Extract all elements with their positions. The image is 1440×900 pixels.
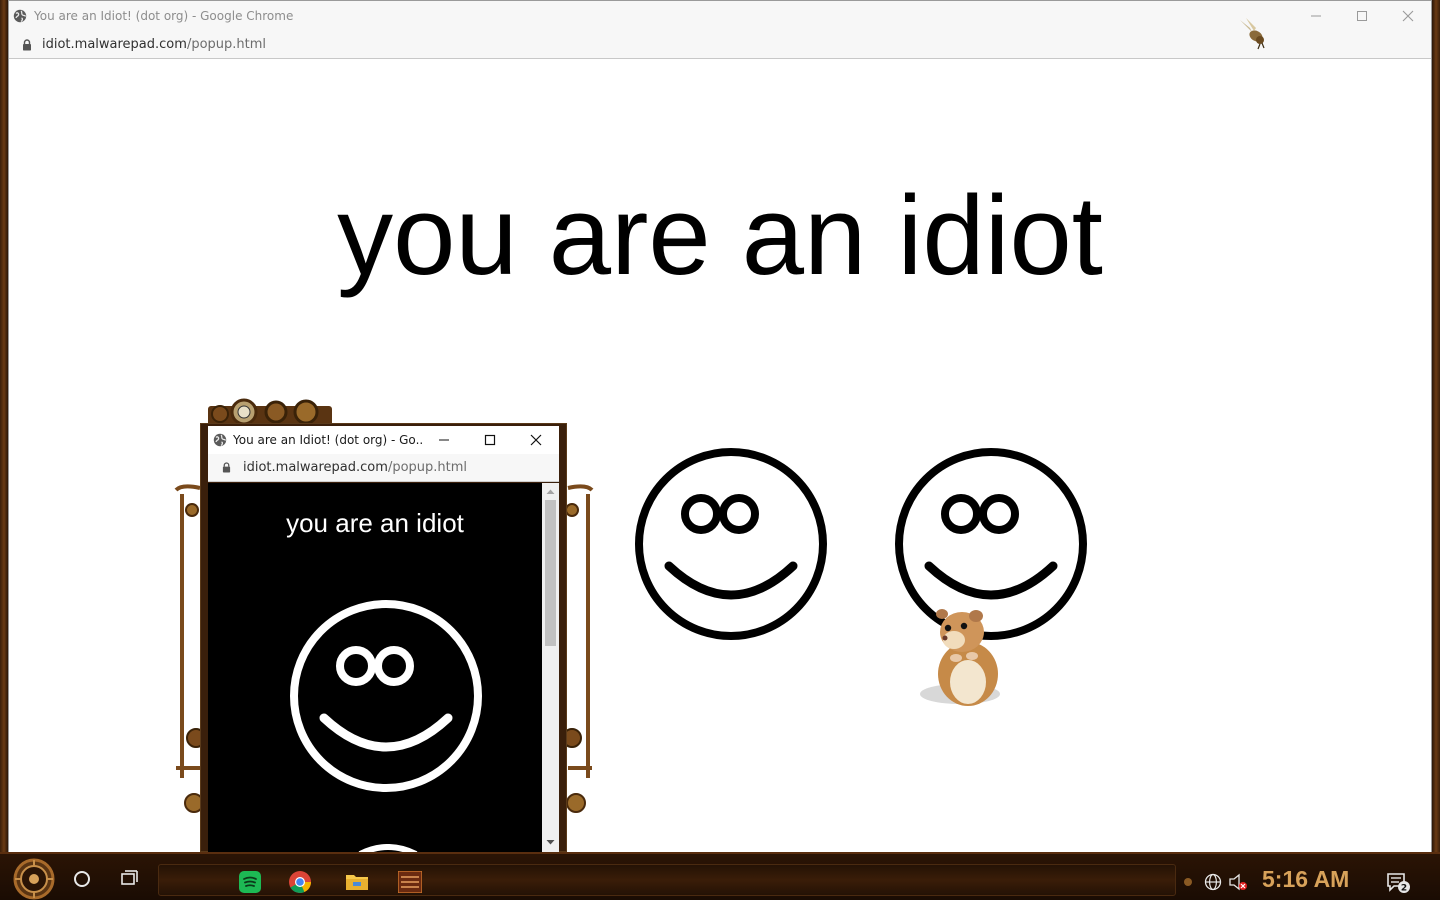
- popup-url-path: /popup.html: [387, 460, 468, 475]
- popup-close-button[interactable]: [513, 426, 559, 454]
- main-titlebar[interactable]: You are an Idiot! (dot org) - Google Chr…: [9, 1, 1431, 31]
- popup-url-domain: idiot.malwarepad.com: [243, 460, 388, 475]
- smiley-face-icon: [635, 448, 827, 640]
- hamster-pet-icon[interactable]: [918, 604, 1010, 712]
- taskbar: 5:16 AM 2: [0, 852, 1440, 900]
- window-controls: [1293, 1, 1431, 31]
- steampunk-app-icon[interactable]: [398, 871, 422, 893]
- volume-muted-icon[interactable]: [1228, 873, 1248, 891]
- url-path: /popup.html: [186, 37, 267, 52]
- popup-headline: you are an idiot: [286, 508, 464, 538]
- page-headline: you are an idiot: [337, 173, 1103, 298]
- scroll-up-arrow-icon[interactable]: [546, 488, 555, 495]
- url-text: idiot.malwarepad.com/popup.html: [42, 37, 266, 52]
- minimize-icon: [1311, 15, 1321, 17]
- tray-overflow-icon[interactable]: [1182, 876, 1194, 888]
- chrome-icon[interactable]: [288, 870, 312, 894]
- notification-count: 2: [1401, 884, 1407, 894]
- popup-maximize-button[interactable]: [467, 426, 513, 454]
- popup-url-text: idiot.malwarepad.com/popup.html: [243, 460, 467, 475]
- globe-icon: [213, 433, 227, 447]
- file-explorer-icon[interactable]: [345, 870, 369, 894]
- popup-scrollbar[interactable]: [542, 483, 559, 852]
- smiley-face-icon: [290, 600, 482, 792]
- address-bar[interactable]: idiot.malwarepad.com/popup.html: [9, 31, 1431, 59]
- fly-pet-icon[interactable]: [1236, 18, 1270, 50]
- scrollbar-thumb[interactable]: [545, 500, 556, 646]
- network-icon[interactable]: [1204, 873, 1222, 891]
- popup-page-content: you are an idiot: [208, 483, 542, 852]
- url-domain: idiot.malwarepad.com: [42, 37, 187, 52]
- task-view-icon[interactable]: [121, 870, 141, 888]
- maximize-button[interactable]: [1339, 1, 1385, 31]
- window-title: You are an Idiot! (dot org) - Google Chr…: [34, 9, 294, 23]
- popup-minimize-button[interactable]: [421, 426, 467, 454]
- close-button[interactable]: [1385, 1, 1431, 31]
- maximize-icon: [484, 434, 496, 446]
- popup-window-controls: [421, 426, 559, 454]
- popup-browser-window: You are an Idiot! (dot org) - Go... idio…: [200, 423, 567, 852]
- minimize-icon: [439, 439, 449, 441]
- lock-icon: [222, 462, 231, 473]
- popup-window-title: You are an Idiot! (dot org) - Go...: [233, 433, 423, 447]
- minimize-button[interactable]: [1293, 1, 1339, 31]
- notification-center-icon[interactable]: 2: [1386, 872, 1412, 894]
- lock-icon: [23, 38, 31, 50]
- popup-address-bar[interactable]: idiot.malwarepad.com/popup.html: [208, 454, 559, 482]
- taskbar-clock[interactable]: 5:16 AM: [1262, 868, 1349, 891]
- close-icon: [530, 434, 542, 446]
- globe-icon: [13, 9, 27, 23]
- scroll-down-arrow-icon[interactable]: [546, 839, 555, 846]
- popup-titlebar[interactable]: You are an Idiot! (dot org) - Go...: [208, 426, 559, 454]
- maximize-icon: [1357, 11, 1367, 21]
- start-orb-icon[interactable]: [10, 858, 58, 900]
- close-icon: [1402, 10, 1414, 22]
- smiley-face-partial-icon: [358, 844, 418, 852]
- spotify-icon[interactable]: [238, 870, 262, 894]
- cortana-icon[interactable]: [73, 870, 91, 888]
